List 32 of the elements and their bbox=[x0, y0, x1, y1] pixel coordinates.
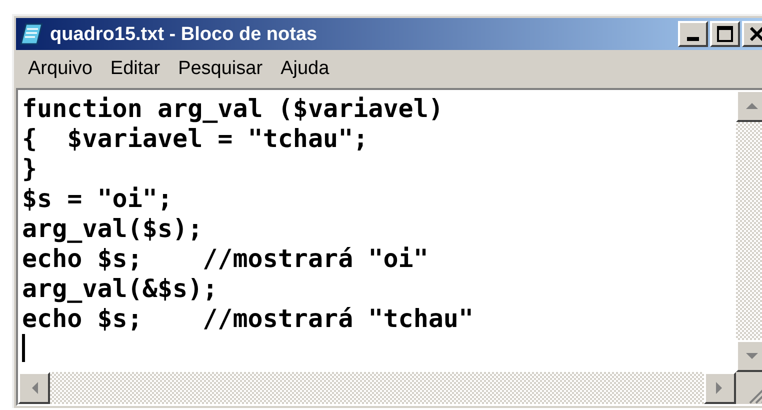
right-arrow-icon bbox=[716, 382, 724, 394]
size-grip[interactable] bbox=[736, 372, 762, 404]
code-line: arg_val(&$s); bbox=[22, 274, 218, 304]
scroll-up-button[interactable] bbox=[736, 90, 762, 122]
code-line: } bbox=[22, 154, 38, 184]
code-line: arg_val($s); bbox=[22, 214, 203, 244]
window-title: quadro15.txt - Bloco de notas bbox=[50, 24, 318, 44]
code-line: function arg_val ($variavel) bbox=[22, 94, 444, 124]
scroll-right-button[interactable] bbox=[704, 372, 736, 404]
scroll-left-button[interactable] bbox=[18, 372, 50, 404]
text-area[interactable]: function arg_val ($variavel) { $variavel = "tchau"; } $s = "oi"; arg_val($s); echo $s; //mostrará "oi" arg_val(&$s); echo $s; //mostrará "tchau" bbox=[16, 88, 762, 406]
minimize-icon bbox=[687, 37, 699, 41]
left-arrow-icon bbox=[30, 382, 38, 394]
horizontal-scrollbar[interactable] bbox=[18, 372, 736, 404]
minimize-button[interactable] bbox=[678, 21, 708, 47]
menu-item[interactable]: Pesquisar bbox=[170, 54, 271, 84]
text-cursor bbox=[22, 334, 25, 362]
vertical-scrollbar[interactable] bbox=[736, 90, 762, 372]
code-line: echo $s; //mostrará "tchau" bbox=[22, 304, 474, 334]
close-icon bbox=[749, 27, 762, 41]
menu-item[interactable]: Editar bbox=[102, 54, 168, 84]
down-arrow-icon bbox=[746, 352, 758, 360]
maximize-button[interactable] bbox=[710, 21, 740, 47]
menu-item[interactable]: Ajuda bbox=[272, 54, 338, 84]
code-line: echo $s; //mostrará "oi" bbox=[22, 244, 428, 274]
scroll-down-button[interactable] bbox=[736, 340, 762, 372]
up-arrow-icon bbox=[746, 102, 758, 110]
menu-item[interactable]: Arquivo bbox=[20, 54, 100, 84]
code-line: $s = "oi"; bbox=[22, 184, 173, 214]
notepad-icon bbox=[20, 23, 44, 45]
code-line: { $variavel = "tchau"; bbox=[22, 124, 368, 154]
maximize-icon bbox=[717, 26, 733, 42]
